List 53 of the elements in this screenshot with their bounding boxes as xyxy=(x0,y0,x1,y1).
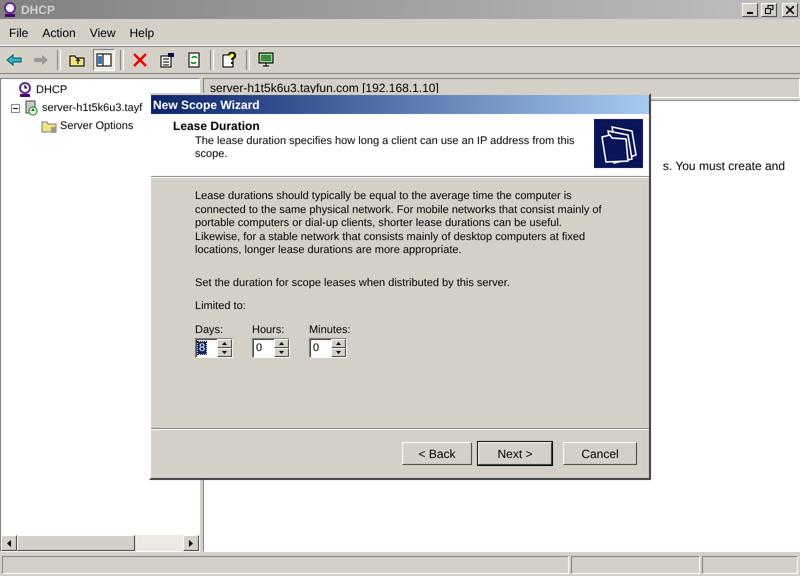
help-icon xyxy=(222,52,238,68)
properties-icon xyxy=(159,52,175,68)
folders-icon xyxy=(594,119,643,168)
lease-explanation: Lease durations should typically be equal to the average time the computer is connected to the same physical network. For mobile networks that consist mainly of portable computers or dial-up clients, shorter lease durations can be useful. Likewise, for a stable network that consists mainly of desktop computers at fixed locations, longer lease durations are more appropriate. xyxy=(195,190,603,258)
restore-button[interactable] xyxy=(761,2,777,16)
details-text: s. You must create and xyxy=(662,159,785,173)
collapse-icon[interactable] xyxy=(11,104,20,112)
menu-item[interactable]: View xyxy=(82,24,122,42)
clock-computer-icon xyxy=(2,2,18,18)
back-arrow-icon xyxy=(6,52,22,68)
menu-item[interactable]: Action xyxy=(35,24,83,42)
monitor-icon xyxy=(258,52,274,68)
forward-arrow-icon xyxy=(33,52,49,68)
field-label: Hours: xyxy=(252,324,286,336)
page-description: The lease duration specifies how long a client can use an IP address from this scope. xyxy=(194,135,576,161)
instruction-text: Set the duration for scope leases when distributed by this server. xyxy=(195,276,511,288)
delete-icon xyxy=(132,52,148,68)
spin-down-icon[interactable] xyxy=(336,350,342,354)
tree-item[interactable]: Server Options xyxy=(60,120,134,132)
dialog-title: New Scope Wizard xyxy=(151,95,649,114)
show-tree-button[interactable] xyxy=(93,49,115,71)
spin-field[interactable]: 0 xyxy=(309,338,347,358)
page-heading: Lease Duration xyxy=(173,119,261,133)
minimize-button[interactable] xyxy=(742,2,758,16)
scroll-right-icon xyxy=(189,540,193,546)
close-button[interactable] xyxy=(782,2,798,16)
menu-item[interactable]: File xyxy=(2,24,36,42)
horizontal-scrollbar[interactable] xyxy=(1,535,199,551)
field-label: Minutes: xyxy=(309,324,351,336)
spin-up-icon[interactable] xyxy=(336,342,342,344)
spin-field[interactable]: 0 xyxy=(252,338,290,358)
tree-item[interactable]: server-h1t5k6u3.tayf xyxy=(42,102,142,114)
tree-item[interactable]: DHCP xyxy=(36,84,68,96)
spin-down-icon[interactable] xyxy=(279,350,284,354)
wizard-button[interactable]: Cancel xyxy=(563,442,637,465)
server-icon xyxy=(23,100,39,116)
menu-item[interactable]: Help xyxy=(122,24,162,42)
wizard-button[interactable]: < Back xyxy=(402,442,472,465)
clock-computer-icon xyxy=(17,82,33,98)
spin-up-icon[interactable] xyxy=(279,342,284,344)
close-icon xyxy=(786,6,794,14)
panes-icon xyxy=(96,52,112,68)
field-label: Days: xyxy=(195,324,224,336)
limit-label: Limited to: xyxy=(195,300,247,312)
restore-icon xyxy=(764,5,774,14)
refresh-icon xyxy=(186,52,202,68)
spin-down-icon[interactable] xyxy=(222,350,228,354)
wizard-button[interactable]: Next > xyxy=(478,442,552,465)
window-title: DHCP xyxy=(21,2,56,16)
minimize-icon xyxy=(747,12,753,14)
spin-up-icon[interactable] xyxy=(222,342,228,344)
spin-field[interactable]: 8 xyxy=(195,338,233,358)
scroll-left-icon xyxy=(7,540,11,546)
